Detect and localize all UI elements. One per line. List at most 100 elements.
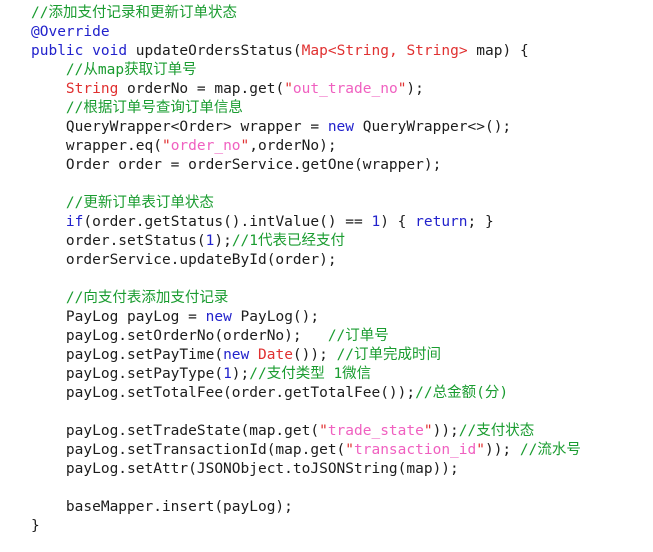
code-line[interactable]: //向支付表添加支付记录 [31, 289, 653, 308]
code-token-plain: payLog.setTradeState(map.get( [65, 423, 320, 439]
code-token-string: out_trade_no [292, 81, 398, 97]
code-token-plain: ); [231, 366, 250, 382]
code-line[interactable] [31, 175, 653, 194]
code-token-quote: " [345, 442, 355, 458]
code-lines-container[interactable]: //添加支付记录和更新订单状态 @Override public void upda… [0, 0, 653, 536]
code-line[interactable]: //添加支付记录和更新订单状态 [31, 4, 653, 23]
code-token-plain: updateOrdersStatus( [127, 43, 302, 59]
code-token-string: trade_state [327, 423, 424, 439]
code-line[interactable]: } [31, 517, 653, 536]
code-line[interactable] [31, 270, 653, 289]
code-token-class: String [336, 43, 389, 59]
code-token-class: String [406, 43, 459, 59]
code-line[interactable]: wrapper.eq("order_no",orderNo); [31, 137, 653, 156]
code-token-plain: )); [484, 442, 520, 458]
code-line[interactable]: //从map获取订单号 [31, 61, 653, 80]
code-token-keyword: new [223, 347, 250, 363]
code-line[interactable]: PayLog payLog = new PayLog(); [31, 308, 653, 327]
code-token-plain: ,orderNo); [249, 138, 337, 154]
code-line[interactable]: Order order = orderService.getOne(wrappe… [31, 156, 653, 175]
code-token-quote: " [284, 81, 293, 97]
code-line[interactable]: order.setStatus(1);//1代表已经支付 [31, 232, 653, 251]
code-token-plain: } [31, 518, 40, 534]
code-line[interactable]: //更新订单表订单状态 [31, 194, 653, 213]
code-token-plain: QueryWrapper<Order> wrapper = [65, 119, 328, 135]
code-line[interactable]: payLog.setTotalFee(order.getTotalFee());… [31, 384, 653, 403]
code-token-quote: " [476, 442, 485, 458]
code-token-keyword: void [92, 43, 128, 59]
code-line[interactable]: payLog.setPayTime(new Date()); //订单完成时间 [31, 346, 653, 365]
code-line[interactable]: payLog.setAttr(JSONObject.toJSONString(m… [31, 460, 653, 479]
code-token-plain: ); [214, 233, 232, 249]
code-token-plain: Order order = orderService.getOne(wrappe… [65, 157, 442, 173]
code-token-plain: orderService.updateById(order); [65, 252, 337, 268]
code-token-plain: PayLog(); [231, 309, 320, 325]
code-token-number: 1 [371, 214, 381, 230]
code-token-comment: //从map获取订单号 [65, 62, 197, 78]
code-token-plain: orderNo = map.get( [118, 81, 285, 97]
code-line[interactable]: public void updateOrdersStatus(Map<Strin… [31, 42, 653, 61]
code-token-plain: ); [406, 81, 424, 97]
code-token-plain: ) { [380, 214, 416, 230]
code-token-plain: map) { [467, 43, 529, 59]
code-token-plain: order.setStatus( [65, 233, 206, 249]
code-token-plain: wrapper.eq( [65, 138, 162, 154]
code-token-plain: payLog.setTransactionId(map.get( [65, 442, 346, 458]
code-token-comment: //订单号 [327, 328, 389, 344]
code-line[interactable]: String orderNo = map.get("out_trade_no")… [31, 80, 653, 99]
code-token-class: Date [258, 347, 293, 363]
code-token-comment: //更新订单表订单状态 [65, 195, 214, 211]
code-token-plain: baseMapper.insert(payLog); [65, 499, 293, 515]
code-token-quote: " [423, 423, 433, 439]
code-token-plain: payLog.setAttr(JSONObject.toJSONString(m… [65, 461, 459, 477]
code-token-plain: payLog.setPayTime( [65, 347, 224, 363]
code-line[interactable]: payLog.setTradeState(map.get("trade_stat… [31, 422, 653, 441]
code-token-plain: payLog.setPayType( [65, 366, 224, 382]
code-token-keyword: new [205, 309, 232, 325]
code-token-keyword: new [327, 119, 355, 135]
code-line[interactable]: payLog.setTransactionId(map.get("transac… [31, 441, 653, 460]
code-token-quote: " [319, 423, 328, 439]
code-token-comment: //支付类型 1微信 [249, 366, 372, 382]
code-token-comment: //向支付表添加支付记录 [65, 290, 229, 306]
code-line[interactable]: @Override [31, 23, 653, 42]
code-token-plain: )); [432, 423, 459, 439]
code-token-plain: PayLog payLog = [65, 309, 206, 325]
code-line[interactable]: payLog.setPayType(1);//支付类型 1微信 [31, 365, 653, 384]
code-token-annot: @Override [31, 24, 110, 40]
code-token-plain: payLog.setOrderNo(orderNo); [65, 328, 328, 344]
code-token-comment: //总金额(分) [415, 385, 509, 401]
code-token-keyword: if [65, 214, 84, 230]
code-viewer[interactable]: //添加支付记录和更新订单状态 @Override public void upda… [0, 0, 653, 552]
code-line[interactable] [31, 479, 653, 498]
code-line[interactable]: payLog.setOrderNo(orderNo); //订单号 [31, 327, 653, 346]
code-token-comment: //根据订单号查询订单信息 [65, 100, 243, 116]
code-token-class: Map [301, 43, 328, 59]
code-token-comment: //添加支付记录和更新订单状态 [31, 5, 237, 21]
code-token-class: String [65, 81, 119, 97]
code-line[interactable]: baseMapper.insert(payLog); [31, 498, 653, 517]
code-token-plain: (order.getStatus().intValue() == [83, 214, 372, 230]
code-line[interactable]: //根据订单号查询订单信息 [31, 99, 653, 118]
code-line[interactable]: if(order.getStatus().intValue() == 1) { … [31, 213, 653, 232]
code-token-comment: //1代表已经支付 [231, 233, 346, 249]
code-line[interactable]: orderService.updateById(order); [31, 251, 653, 270]
code-token-plain: QueryWrapper<>(); [354, 119, 512, 135]
code-line[interactable]: QueryWrapper<Order> wrapper = new QueryW… [31, 118, 653, 137]
code-line[interactable] [31, 403, 653, 422]
